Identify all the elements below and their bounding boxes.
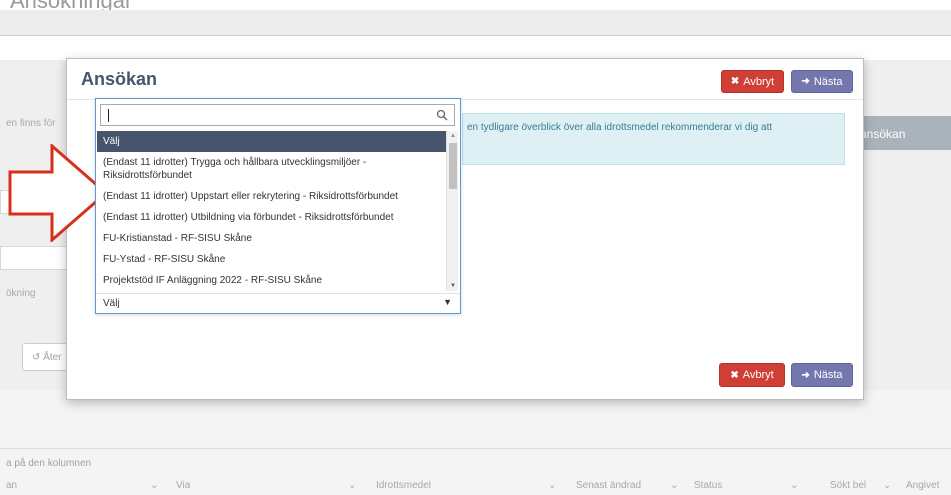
sort-hint: a på den kolumnen bbox=[6, 458, 92, 469]
reset-icon: ↺ bbox=[32, 352, 41, 363]
dropdown-option[interactable]: (Endast 11 idrotter) Utbildning via förb… bbox=[97, 207, 448, 228]
column-filter-chevron-icon[interactable]: ⌄ bbox=[150, 480, 158, 491]
search-icon bbox=[436, 109, 448, 121]
page-header-bar bbox=[0, 10, 951, 36]
arrow-right-circle-icon: ➜ bbox=[801, 369, 810, 381]
column-filter-chevron-icon[interactable]: ⌄ bbox=[670, 480, 678, 491]
scroll-down-arrow-icon[interactable]: ▼ bbox=[450, 283, 456, 289]
cancel-button-top[interactable]: ✖ Avbryt bbox=[721, 70, 784, 93]
page-left-text: en finns för bbox=[6, 118, 56, 129]
column-header[interactable]: Sökt bel bbox=[830, 480, 866, 491]
dropdown-options-list: Välj (Endast 11 idrotter) Trygga och hål… bbox=[97, 131, 448, 291]
info-alert: en tydligare överblick över alla idrotts… bbox=[462, 113, 845, 165]
table-header-row: an ⌄ Via ⌄ Idrottsmedel ⌄ Senast ändrad … bbox=[0, 478, 951, 495]
dropdown-option[interactable]: Välj bbox=[97, 131, 448, 152]
next-button-label: Nästa bbox=[813, 75, 843, 88]
scroll-up-arrow-icon[interactable]: ▲ bbox=[450, 133, 456, 139]
cancel-button-label: Avbryt bbox=[743, 75, 775, 88]
dropdown-search-input[interactable] bbox=[100, 104, 455, 126]
column-header[interactable]: Angivet bbox=[906, 480, 939, 491]
scrollbar-thumb[interactable] bbox=[449, 143, 457, 189]
cancel-button-label: Avbryt bbox=[742, 369, 774, 381]
page-divider bbox=[0, 448, 951, 449]
page-top-strip: Ansökningar bbox=[0, 0, 951, 10]
modal-title: Ansökan bbox=[81, 69, 158, 89]
dropdown-option[interactable]: FU-Kristianstad - RF-SISU Skåne bbox=[97, 228, 448, 249]
column-filter-chevron-icon[interactable]: ⌄ bbox=[348, 480, 356, 491]
column-header[interactable]: Status bbox=[694, 480, 722, 491]
cancel-button-bottom[interactable]: ✖ Avbryt bbox=[719, 363, 785, 387]
column-filter-chevron-icon[interactable]: ⌄ bbox=[790, 480, 798, 491]
dropdown-selected-value: Välj bbox=[103, 298, 120, 309]
close-icon: ✖ bbox=[730, 369, 739, 381]
column-filter-chevron-icon[interactable]: ⌄ bbox=[548, 480, 556, 491]
column-filter-chevron-icon[interactable]: ⌄ bbox=[883, 480, 891, 491]
column-header[interactable]: an bbox=[6, 480, 17, 491]
next-button-top[interactable]: ➜ Nästa bbox=[791, 70, 853, 93]
chevron-down-icon: ▼ bbox=[443, 297, 452, 307]
page-heading: Ansökningar bbox=[10, 0, 132, 10]
reset-button-label: Åter bbox=[43, 352, 62, 363]
dropdown-option[interactable]: Projektstöd IF Anläggning 2022 - RF-SISU… bbox=[97, 270, 448, 291]
next-button-bottom[interactable]: ➜ Nästa bbox=[791, 363, 853, 387]
dropdown-option[interactable]: (Endast 11 idrotter) Trygga och hållbara… bbox=[97, 152, 448, 186]
idrottsmedel-dropdown: Välj (Endast 11 idrotter) Trygga och hål… bbox=[95, 98, 461, 314]
dropdown-option[interactable]: FU-Ystad - RF-SISU Skåne bbox=[97, 249, 448, 270]
dropdown-scrollbar[interactable]: ▲ ▼ bbox=[446, 131, 458, 291]
column-header[interactable]: Idrottsmedel bbox=[376, 480, 431, 491]
dropdown-option[interactable]: (Endast 11 idrotter) Uppstart eller rekr… bbox=[97, 186, 448, 207]
column-header[interactable]: Via bbox=[176, 480, 190, 491]
info-alert-text: en tydligare överblick över alla idrotts… bbox=[467, 122, 773, 133]
page-okning-text: ökning bbox=[6, 288, 36, 299]
text-caret bbox=[108, 109, 109, 122]
close-icon: ✖ bbox=[730, 76, 740, 87]
arrow-right-circle-icon: ➜ bbox=[801, 76, 810, 87]
next-button-label: Nästa bbox=[813, 369, 843, 381]
column-header[interactable]: Senast ändrad bbox=[576, 480, 641, 491]
page-filter-field-2[interactable] bbox=[0, 246, 68, 270]
dropdown-select[interactable]: Välj ▼ bbox=[96, 293, 460, 313]
